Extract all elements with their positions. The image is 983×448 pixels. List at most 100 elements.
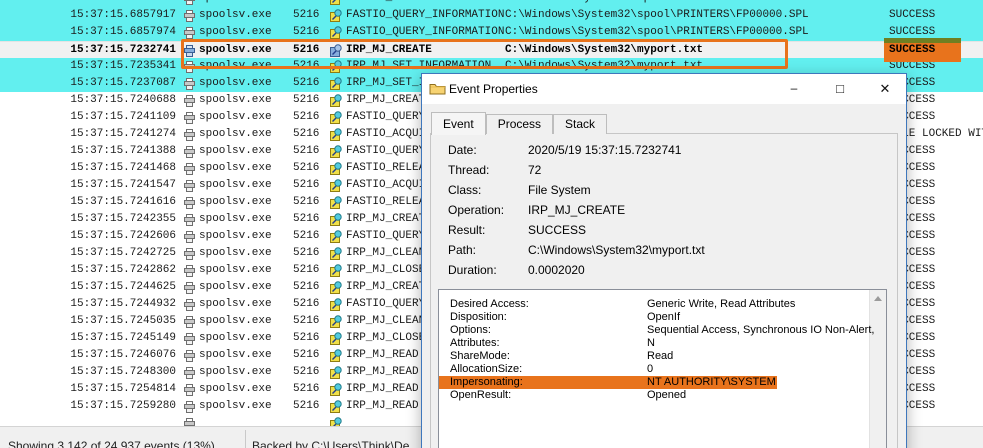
dialog-title-bar[interactable]: Event Properties – □ ✕ <box>422 74 906 104</box>
annotation-row-outline <box>181 39 788 69</box>
pid-cell: 5216 <box>293 196 319 209</box>
attribute-row[interactable]: AllocationSize:0 <box>439 363 869 376</box>
process-name-cell: spoolsv.exe <box>199 128 272 141</box>
pid-cell: 5216 <box>293 128 319 141</box>
result-cell: SUCCESS <box>889 44 935 57</box>
event-field-row: Date:2020/5/19 15:37:15.7232741 <box>431 140 897 160</box>
pid-cell: 5216 <box>293 315 319 328</box>
operation-cell: IRP_MJ_CREATE <box>346 213 432 226</box>
pid-cell: 5216 <box>293 349 319 362</box>
path-cell: C:\Windows\System32\spool\PRINTERS\FP000… <box>505 26 809 39</box>
scrollbar[interactable] <box>869 290 886 448</box>
time-of-day-cell: 15:37:15.7241388 <box>0 145 176 158</box>
event-field-row: Duration:0.0002020 <box>431 260 897 280</box>
pid-cell: 5216 <box>293 26 319 39</box>
process-name-cell: spoolsv.exe <box>199 366 272 379</box>
process-name-cell: spoolsv.exe <box>199 26 272 39</box>
time-of-day-cell: 15:37:15.7241616 <box>0 196 176 209</box>
attribute-row[interactable]: ShareMode: Read <box>439 350 869 363</box>
time-of-day-cell: 15:37:15.7235341 <box>0 60 176 73</box>
operation-cell: IRP_MJ_CREATE <box>346 281 432 294</box>
event-field-row: Path:C:\Windows\System32\myport.txt <box>431 240 897 260</box>
field-value: IRP_MJ_CREATE <box>528 203 625 217</box>
field-value: C:\Windows\System32\myport.txt <box>528 243 705 257</box>
minimize-button[interactable]: – <box>779 74 809 103</box>
tab-stack[interactable]: Stack <box>553 114 607 134</box>
pid-cell: 5216 <box>293 0 319 5</box>
tab-event[interactable]: Event <box>431 112 486 135</box>
time-of-day-cell: 15:37:15.6857974 <box>0 26 176 39</box>
process-name-cell: spoolsv.exe <box>199 77 272 90</box>
field-label: Duration: <box>448 263 497 277</box>
time-of-day-cell: 15:37:15.7245035 <box>0 315 176 328</box>
time-of-day-cell: 15:37:15.7254814 <box>0 383 176 396</box>
procmon-window: 15:37:15.6857860 spoolsv.exe5216 FASTIO_… <box>0 0 983 448</box>
time-of-day-cell: 15:37:15.7242725 <box>0 247 176 260</box>
event-field-row: Operation: IRP_MJ_CREATE <box>431 200 897 220</box>
attribute-row[interactable]: Attributes:N <box>439 337 869 350</box>
field-label: Date: <box>448 143 477 157</box>
attribute-value: Opened <box>647 389 686 402</box>
attribute-row[interactable]: OpenResult:Opened <box>439 389 869 402</box>
process-name-cell: spoolsv.exe <box>199 349 272 362</box>
attribute-label: Impersonating: <box>450 376 523 389</box>
pid-cell: 5216 <box>293 9 319 22</box>
process-name-cell: spoolsv.exe <box>199 162 272 175</box>
process-name-cell: spoolsv.exe <box>199 400 272 413</box>
attribute-label: Desired Access: <box>450 298 529 311</box>
field-value: SUCCESS <box>528 223 586 237</box>
process-name-cell: spoolsv.exe <box>199 179 272 192</box>
process-name-cell: spoolsv.exe <box>199 315 272 328</box>
process-name-cell: spoolsv.exe <box>199 298 272 311</box>
dialog-tab-strip: Event Process Stack <box>431 111 607 134</box>
process-name-cell: spoolsv.exe <box>199 9 272 22</box>
attribute-row-impersonating-highlighted[interactable]: Impersonating: NT AUTHORITY\SYSTEM <box>439 376 869 389</box>
attribute-label: AllocationSize: <box>450 363 522 376</box>
attribute-row[interactable]: Options:Sequential Access, Synchronous I… <box>439 324 869 337</box>
time-of-day-cell: 15:37:15.7241109 <box>0 111 176 124</box>
scroll-up-icon[interactable] <box>874 296 882 301</box>
attribute-row[interactable]: Disposition:OpenIf <box>439 311 869 324</box>
field-value: 72 <box>528 163 541 177</box>
time-of-day-cell: 15:37:15.6857917 <box>0 9 176 22</box>
pid-cell: 5216 <box>293 145 319 158</box>
field-label: Result: <box>448 223 485 237</box>
operation-cell: IRP_MJ_READ <box>346 400 419 413</box>
printer-icon <box>183 418 196 426</box>
operation-cell: FASTIO_READ <box>346 0 419 5</box>
result-cell: SUCCESS <box>889 9 935 22</box>
field-label: Thread: <box>448 163 489 177</box>
pid-cell: 5216 <box>293 230 319 243</box>
process-name-cell: spoolsv.exe <box>199 94 272 107</box>
pid-cell: 5216 <box>293 77 319 90</box>
operation-cell: IRP_MJ_CREATE <box>346 94 432 107</box>
time-of-day-cell: 15:37:15.7248300 <box>0 366 176 379</box>
event-field-row: Class:File System <box>431 180 897 200</box>
pid-cell: 5216 <box>293 179 319 192</box>
process-name-cell: spoolsv.exe <box>199 281 272 294</box>
event-attributes-list[interactable]: Desired Access:Generic Write, Read Attri… <box>438 289 887 448</box>
attribute-value: Read <box>647 350 673 363</box>
status-divider <box>245 430 246 448</box>
maximize-button[interactable]: □ <box>825 74 855 103</box>
attribute-label: ShareMode: <box>450 350 510 363</box>
attribute-value: NT AUTHORITY\SYSTEM <box>647 376 776 389</box>
operation-cell: FASTIO_QUERY_INFORMATION <box>346 9 504 22</box>
pid-cell: 5216 <box>293 264 319 277</box>
field-label: Operation: <box>448 203 504 217</box>
pid-cell: 5216 <box>293 94 319 107</box>
pid-cell: 5216 <box>293 400 319 413</box>
time-of-day-cell: 15:37:15.7240688 <box>0 94 176 107</box>
process-name-cell: spoolsv.exe <box>199 213 272 226</box>
event-row[interactable]: 15:37:15.6857860 spoolsv.exe5216 FASTIO_… <box>0 0 983 7</box>
event-row[interactable]: 15:37:15.6857917 spoolsv.exe 5216 FASTIO_… <box>0 7 983 24</box>
tab-process[interactable]: Process <box>486 114 553 134</box>
time-of-day-cell: 15:37:15.7259280 <box>0 400 176 413</box>
pid-cell: 5216 <box>293 111 319 124</box>
process-name-cell: spoolsv.exe <box>199 383 272 396</box>
attribute-value: N <box>647 337 655 350</box>
close-button[interactable]: ✕ <box>870 74 900 103</box>
attribute-row[interactable]: Desired Access:Generic Write, Read Attri… <box>439 298 869 311</box>
field-label: Class: <box>448 183 481 197</box>
time-of-day-cell: 15:37:15.7242355 <box>0 213 176 226</box>
